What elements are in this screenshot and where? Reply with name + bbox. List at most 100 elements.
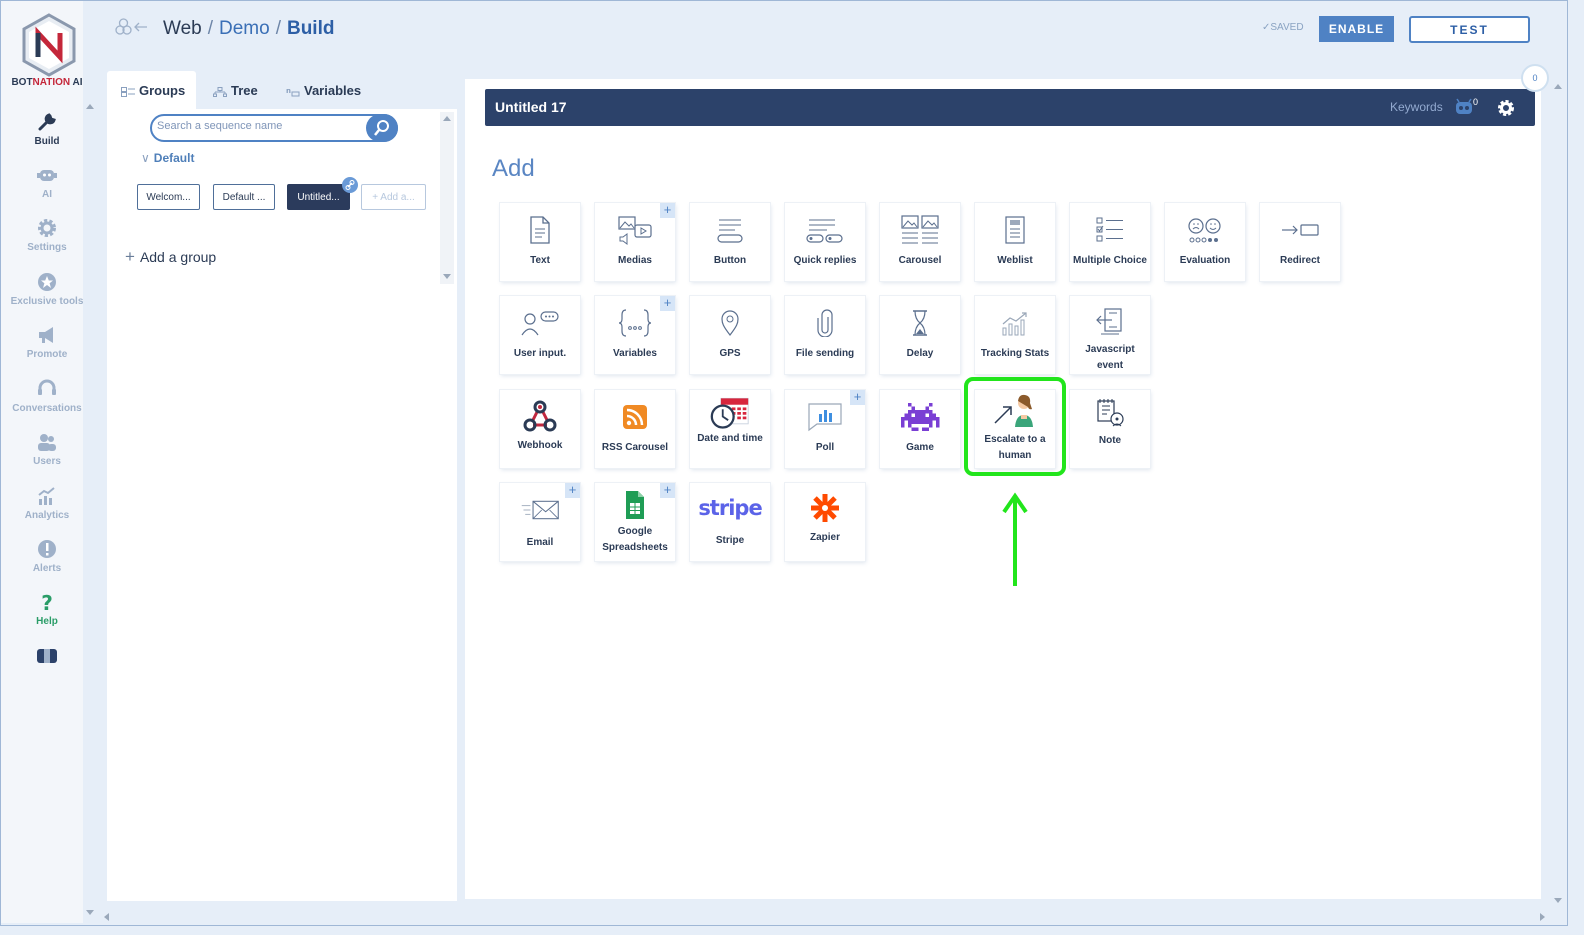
zapier-icon [811,494,839,522]
analytics-icon [38,487,55,505]
tile-date-time[interactable]: Date and time [690,390,770,468]
sequence-header: Untitled 17 Keywords 0 [485,89,1535,126]
tile-email-plus-icon[interactable]: + [565,483,580,498]
search-button[interactable] [366,114,398,142]
tile-file-sending[interactable]: File sending [785,296,865,374]
tile-google-spreadsheets[interactable]: Google Spreadsheets + [595,483,675,561]
theme-toggle-icon[interactable] [36,648,58,664]
nav-exclusive-tools[interactable]: Exclusive tools [1,271,93,307]
highlight-escalate-box [964,377,1066,476]
sequence-chip-welcome[interactable]: Welcom... [137,184,200,210]
tile-medias[interactable]: Medias + [595,203,675,281]
tile-game-label: Game [906,442,934,453]
tracking-stats-icon [1002,312,1027,336]
javascript-event-icon [1096,308,1122,335]
keywords-button[interactable]: Keywords [1390,100,1443,114]
tile-javascript-event[interactable]: Javascript event [1070,296,1150,374]
sequence-title[interactable]: Untitled 17 [495,99,567,115]
back-flow-icon[interactable] [114,18,148,36]
alert-icon [38,540,56,558]
enable-button[interactable]: ENABLE [1319,16,1394,42]
tile-stripe-label: Stripe [715,535,745,546]
folder-default[interactable]: ∨ Default [141,151,194,165]
left-nav: BOTNATION AI Build AI Settings Exclusive… [1,1,83,923]
tile-delay[interactable]: Delay [880,296,960,374]
medias-icon [618,216,652,245]
link-badge[interactable] [342,177,358,193]
tile-weblist-label: Weblist [997,255,1033,266]
tile-quick-replies[interactable]: Quick replies [785,203,865,281]
tile-zapier[interactable]: Zapier [785,483,865,561]
nav-conversations[interactable]: Conversations [1,378,93,414]
tile-text[interactable]: Text [500,203,580,281]
nav-analytics-label: Analytics [24,510,70,521]
tab-variables[interactable]: n Variables [272,71,373,109]
robot-keywords-icon[interactable] [1453,98,1475,116]
note-icon [1097,399,1124,427]
rss-icon [623,405,647,429]
nav-ai-label: AI [42,189,52,200]
tile-evaluation-label: Evaluation [1179,255,1231,266]
tile-evaluation[interactable]: Evaluation [1165,203,1245,281]
nav-settings[interactable]: Settings [1,217,93,253]
groups-scrollbar[interactable] [440,112,454,284]
tab-tree[interactable]: Tree [199,71,270,109]
tile-game[interactable]: Game [880,390,960,468]
tab-groups[interactable]: Groups [107,71,196,109]
sequence-search-input[interactable] [157,120,362,132]
tile-carousel[interactable]: Carousel [880,203,960,281]
tile-stripe[interactable]: stripe Stripe [690,483,770,561]
add-group-button[interactable]: + Add a group [125,247,216,267]
nav-users[interactable]: Users [1,431,93,467]
tile-user-input[interactable]: User input. [500,296,580,374]
plus-icon: + [125,247,135,266]
tile-email[interactable]: Email + [500,483,580,561]
tile-google-spreadsheets-label: Google Spreadsheets [602,526,668,553]
tile-poll-plus-icon[interactable]: + [850,390,865,405]
tab-tree-label: Tree [231,83,258,98]
tile-variables[interactable]: Variables + [595,296,675,374]
tile-rss-carousel-label: RSS Carousel [601,442,669,453]
tile-gps[interactable]: GPS [690,296,770,374]
tile-button[interactable]: Button [690,203,770,281]
nav-scrollbar[interactable] [84,96,96,922]
space-invader-icon [900,403,940,431]
tab-groups-label: Groups [139,83,186,98]
svg-text:n: n [286,87,291,95]
tile-poll[interactable]: Poll + [785,390,865,468]
tile-note[interactable]: Note [1070,390,1150,468]
nav-build[interactable]: Build [1,111,93,147]
nav-help[interactable]: ? Help [1,591,93,627]
tile-gsheets-plus-icon[interactable]: + [660,483,675,498]
settings-gear-icon[interactable] [1497,99,1515,117]
nav-ai[interactable]: AI [1,164,93,200]
botnation-logo[interactable] [21,13,77,77]
multiple-choice-icon [1096,217,1123,242]
vertical-scrollbar[interactable] [1552,80,1564,910]
tile-webhook-label: Webhook [517,440,563,451]
tile-tracking-stats[interactable]: Tracking Stats [975,296,1055,374]
notification-count-badge[interactable]: 0 [1521,64,1549,92]
nav-alerts[interactable]: Alerts [1,538,93,574]
calendar-clock-icon [710,397,749,429]
nav-analytics[interactable]: Analytics [1,485,93,521]
horizontal-scrollbar[interactable] [96,910,1554,922]
tile-multiple-choice[interactable]: Multiple Choice [1070,203,1150,281]
add-sequence-chip[interactable]: + Add a... [361,184,426,210]
breadcrumb-web[interactable]: Web [163,18,202,39]
folder-default-label: Default [153,151,195,165]
tile-gps-label: GPS [719,348,741,359]
tile-webhook[interactable]: Webhook [500,390,580,468]
breadcrumb-demo[interactable]: Demo [219,18,270,39]
test-button[interactable]: TEST [1409,16,1530,43]
sequence-chip-untitled[interactable]: Untitled... [287,184,350,210]
tile-redirect[interactable]: Redirect [1260,203,1340,281]
tile-medias-plus-icon[interactable]: + [660,203,675,218]
tile-variables-plus-icon[interactable]: + [660,296,675,311]
nav-promote[interactable]: Promote [1,324,93,360]
tile-weblist[interactable]: Weblist [975,203,1055,281]
sequence-chip-default[interactable]: Default ... [213,184,275,210]
user-input-icon [521,311,559,336]
brand-name: BOTNATION AI [11,77,83,88]
tile-rss-carousel[interactable]: RSS Carousel [595,390,675,468]
